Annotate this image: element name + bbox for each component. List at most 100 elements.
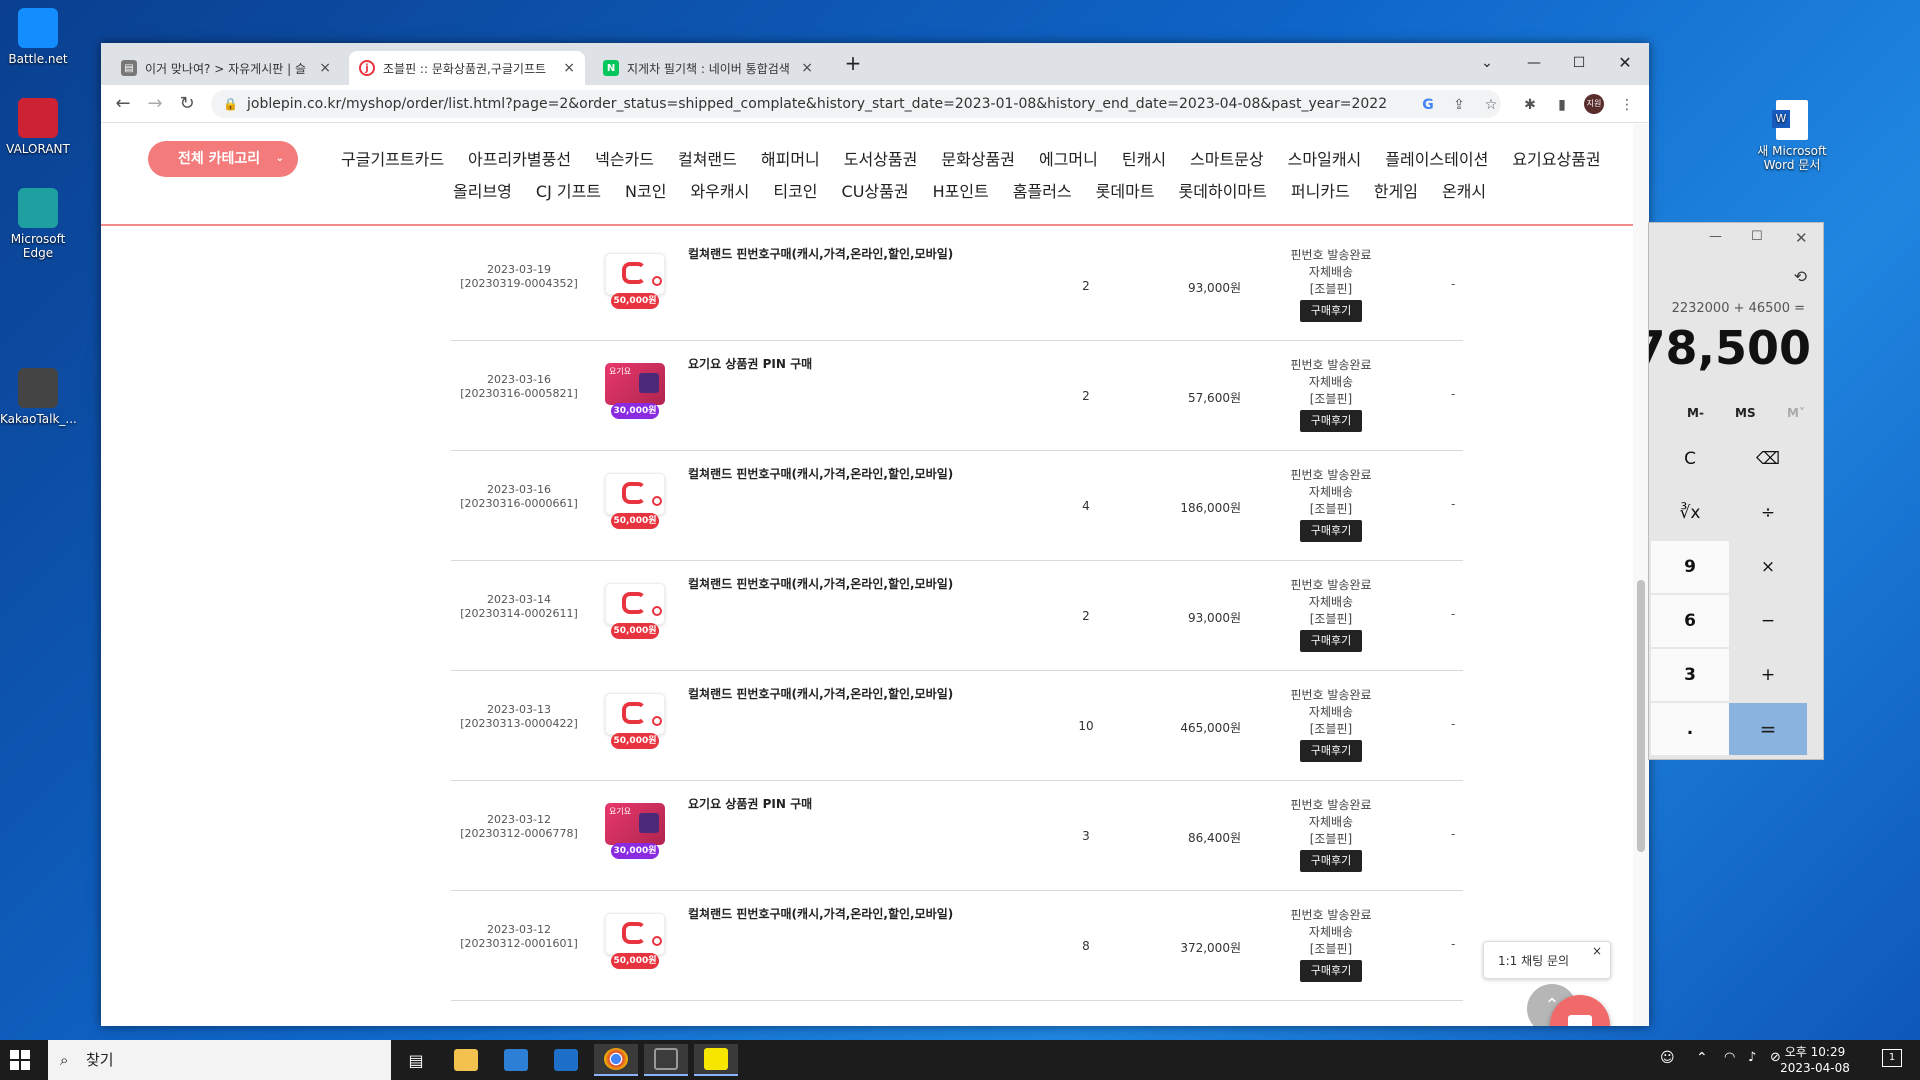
review-button[interactable]: 구매후기	[1300, 740, 1362, 762]
category-link[interactable]: 퍼니카드	[1279, 178, 1362, 202]
mem-store-button[interactable]: MS	[1735, 406, 1756, 420]
order-number[interactable]: [20230314-0002611]	[451, 607, 587, 621]
bookmark-star-icon[interactable]: ☆	[1480, 94, 1502, 116]
calc-key[interactable]: 9	[1651, 541, 1729, 593]
mem-recall-button[interactable]: M˅	[1787, 406, 1805, 420]
category-link[interactable]: 온캐시	[1430, 178, 1498, 202]
order-date[interactable]: 2023-03-19 [20230319-0004352]	[451, 263, 587, 291]
store-icon[interactable]	[494, 1044, 538, 1076]
product-thumbnail[interactable]: 50,000원	[605, 913, 665, 973]
category-link[interactable]: 올리브영	[441, 178, 524, 202]
category-link[interactable]: 에그머니	[1027, 146, 1110, 170]
product-thumbnail[interactable]: 50,000원	[605, 583, 665, 643]
task-view-icon[interactable]: ▤	[394, 1044, 438, 1076]
word-document-desktop-icon[interactable]: 새 Microsoft Word 문서	[1746, 100, 1838, 172]
calc-key[interactable]: C	[1651, 433, 1729, 485]
desktop-icon[interactable]: Battle.net	[0, 8, 76, 66]
url-field[interactable]: 🔒 joblepin.co.kr/myshop/order/list.html?…	[211, 90, 1501, 118]
windows-start-icon[interactable]	[10, 1050, 30, 1070]
review-button[interactable]: 구매후기	[1300, 850, 1362, 872]
menu-kebab-icon[interactable]: ⋮	[1616, 94, 1638, 116]
calc-key[interactable]: =	[1729, 703, 1807, 755]
category-link[interactable]: 스마트문상	[1178, 146, 1276, 170]
notification-icon[interactable]: 1	[1882, 1049, 1902, 1067]
tab-joblepin[interactable]: j 조블핀 :: 문화상품권,구글기프트 ×	[349, 51, 585, 85]
category-link[interactable]: 도서상품권	[832, 146, 930, 170]
order-number[interactable]: [20230312-0001601]	[451, 937, 587, 951]
google-translate-icon[interactable]: G	[1417, 94, 1439, 116]
mail-icon[interactable]	[544, 1044, 588, 1076]
review-button[interactable]: 구매후기	[1300, 960, 1362, 982]
category-link[interactable]: 문화상품권	[929, 146, 1027, 170]
close-tab-icon[interactable]: ×	[801, 60, 813, 76]
back-icon[interactable]: ←	[111, 93, 135, 117]
maximize-button[interactable]: ☐	[1564, 51, 1594, 75]
category-link[interactable]: CU상품권	[830, 178, 921, 202]
order-date[interactable]: 2023-03-16 [20230316-0005821]	[451, 373, 587, 401]
scrollbar-thumb[interactable]	[1637, 580, 1645, 852]
category-link[interactable]: N코인	[613, 178, 678, 202]
calc-key[interactable]: .	[1651, 703, 1729, 755]
category-link[interactable]: 한게임	[1362, 178, 1430, 202]
people-icon[interactable]: ☺	[1660, 1050, 1675, 1066]
desktop-icon[interactable]: KakaoTalk_...	[0, 368, 77, 426]
history-icon[interactable]: ⟲	[1794, 267, 1807, 286]
chrome-taskbar-icon[interactable]	[594, 1044, 638, 1076]
product-name[interactable]: 컬쳐랜드 핀번호구매(캐시,가격,온라인,할인,모바일)	[688, 465, 953, 482]
review-button[interactable]: 구매후기	[1300, 520, 1362, 542]
tab-board[interactable]: ▤ 이거 맞나여? > 자유게시판 | 슬 ×	[111, 51, 341, 85]
forward-icon[interactable]: →	[143, 93, 167, 117]
minimize-button[interactable]: —	[1519, 51, 1549, 75]
mem-minus-button[interactable]: M-	[1687, 406, 1704, 420]
product-name[interactable]: 컬쳐랜드 핀번호구매(캐시,가격,온라인,할인,모바일)	[688, 245, 953, 262]
review-button[interactable]: 구매후기	[1300, 410, 1362, 432]
category-link[interactable]: 롯데마트	[1084, 178, 1167, 202]
category-link[interactable]: 아프리카별풍선	[456, 146, 583, 170]
order-number[interactable]: [20230319-0004352]	[451, 277, 587, 291]
all-category-button[interactable]: 전체 카테고리 ⌄	[148, 141, 298, 177]
product-thumbnail[interactable]: 50,000원	[605, 693, 665, 753]
tab-naver[interactable]: N 지게차 필기책 : 네이버 통합검색 ×	[593, 51, 823, 85]
category-link[interactable]: 요기요상품권	[1500, 146, 1612, 170]
calc-maximize-button[interactable]: ☐	[1751, 229, 1763, 244]
review-button[interactable]: 구매후기	[1300, 630, 1362, 652]
new-tab-button[interactable]: +	[838, 51, 868, 75]
scrollbar[interactable]	[1633, 124, 1649, 1026]
desktop-icon[interactable]: Microsoft Edge	[0, 188, 76, 260]
extensions-icon[interactable]: ✱	[1519, 94, 1541, 116]
calc-key[interactable]: ×	[1729, 541, 1807, 593]
category-link[interactable]: 틴캐시	[1110, 146, 1178, 170]
close-tab-icon[interactable]: ×	[563, 60, 575, 76]
order-date[interactable]: 2023-03-12 [20230312-0006778]	[451, 813, 587, 841]
chat-inquiry-label[interactable]: 1:1 채팅 문의 ×	[1483, 941, 1611, 979]
order-date[interactable]: 2023-03-16 [20230316-0000661]	[451, 483, 587, 511]
product-name[interactable]: 컬쳐랜드 핀번호구매(캐시,가격,온라인,할인,모바일)	[688, 575, 953, 592]
category-link[interactable]: 컬쳐랜드	[666, 146, 749, 170]
calc-key[interactable]: 3	[1651, 649, 1729, 701]
calc-key[interactable]: +	[1729, 649, 1807, 701]
close-tab-icon[interactable]: ×	[319, 60, 331, 76]
category-link[interactable]: 넥슨카드	[583, 146, 666, 170]
category-link[interactable]: 구글기프트카드	[329, 146, 456, 170]
category-link[interactable]: 롯데하이마트	[1167, 178, 1279, 202]
category-link[interactable]: 와우캐시	[678, 178, 761, 202]
taskbar-clock[interactable]: 오후 10:29 2023-04-08	[1770, 1044, 1860, 1076]
category-link[interactable]: H포인트	[921, 178, 1001, 202]
calc-key[interactable]: ⌫	[1729, 433, 1807, 485]
kakaotalk-taskbar-icon[interactable]	[694, 1044, 738, 1076]
file-explorer-icon[interactable]	[444, 1044, 488, 1076]
order-date[interactable]: 2023-03-13 [20230313-0000422]	[451, 703, 587, 731]
category-link[interactable]: 스마일캐시	[1276, 146, 1374, 170]
calculator-taskbar-icon[interactable]	[644, 1044, 688, 1076]
tab-search-icon[interactable]: ⌄	[1472, 51, 1502, 75]
product-name[interactable]: 컬쳐랜드 핀번호구매(캐시,가격,온라인,할인,모바일)	[688, 905, 953, 922]
product-thumbnail[interactable]: 50,000원	[605, 253, 665, 313]
side-panel-icon[interactable]: ▮	[1551, 94, 1573, 116]
profile-avatar[interactable]: 지원	[1584, 94, 1604, 114]
share-icon[interactable]: ⇪	[1448, 94, 1470, 116]
product-name[interactable]: 요기요 상품권 PIN 구매	[688, 795, 812, 812]
review-button[interactable]: 구매후기	[1300, 300, 1362, 322]
calc-key[interactable]: ∛x	[1651, 487, 1729, 539]
calc-close-button[interactable]: ✕	[1795, 229, 1808, 247]
close-icon[interactable]: ×	[1592, 932, 1602, 970]
